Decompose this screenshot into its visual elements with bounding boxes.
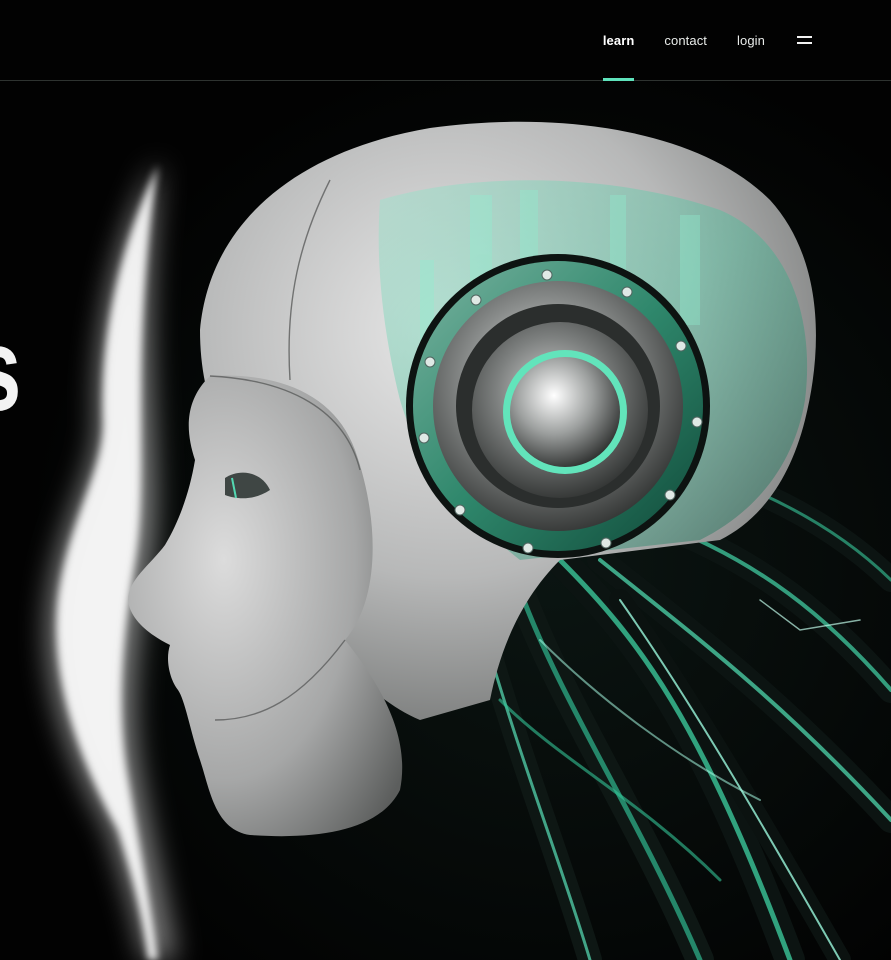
- nav-link-contact[interactable]: contact: [664, 0, 707, 80]
- nav-link-contact-label: contact: [664, 32, 708, 48]
- primary-nav: learn contact login: [573, 0, 813, 81]
- nav-link-learn[interactable]: learn: [602, 0, 635, 81]
- hero-heading: s: [0, 311, 21, 429]
- robot-head-illustration: [0, 81, 891, 960]
- nav-link-login-label: login: [737, 32, 765, 48]
- landing-page: learn contact login s: [0, 0, 891, 960]
- active-tab-indicator: [602, 78, 635, 81]
- top-navigation-bar: learn contact login: [0, 0, 891, 81]
- nav-link-login[interactable]: login: [737, 0, 765, 80]
- ear-mechanism: [406, 254, 710, 558]
- hamburger-menu-icon[interactable]: [797, 34, 813, 46]
- nav-link-learn-label: learn: [602, 32, 635, 48]
- hero-section: s: [0, 81, 891, 960]
